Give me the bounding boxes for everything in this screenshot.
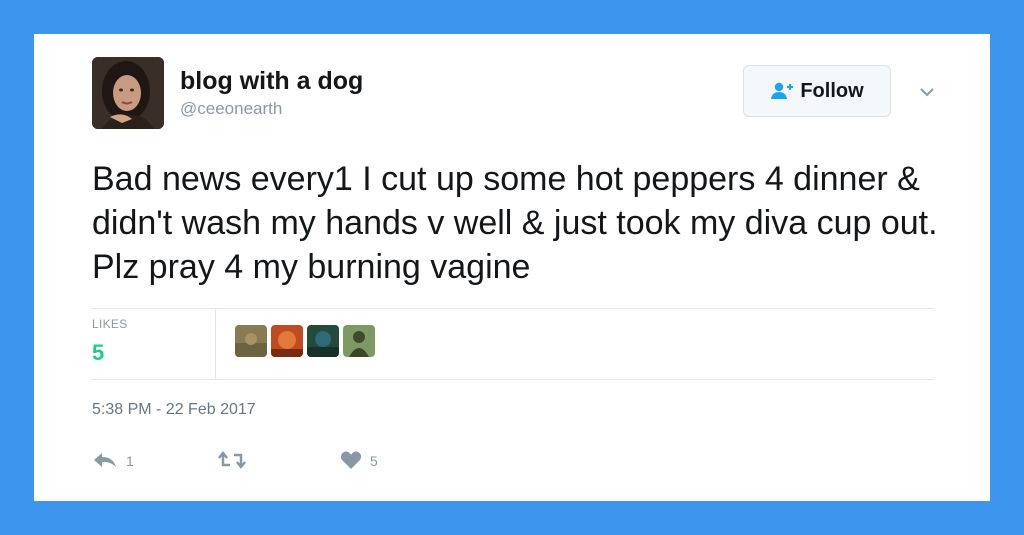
likes-count[interactable]: 5 (92, 340, 104, 366)
liker-avatars (235, 325, 375, 357)
display-name[interactable]: blog with a dog (180, 67, 363, 95)
follow-button[interactable]: Follow (743, 65, 891, 117)
likes-label: LIKES (92, 317, 128, 331)
reply-button[interactable]: 1 (92, 448, 134, 474)
like-button[interactable]: 5 (340, 448, 378, 474)
user-handle[interactable]: @ceeonearth (180, 98, 282, 120)
chevron-down-icon[interactable] (917, 84, 937, 100)
follow-label: Follow (800, 79, 864, 102)
avatar[interactable] (92, 57, 164, 129)
stats-separator (215, 309, 216, 379)
liker-avatar[interactable] (343, 325, 375, 357)
reply-count: 1 (126, 453, 134, 469)
divider (92, 308, 934, 309)
tweet-text: Bad news every1 I cut up some hot pepper… (92, 160, 938, 286)
add-user-icon (770, 82, 794, 100)
retweet-button[interactable] (217, 448, 255, 474)
liker-avatar[interactable] (271, 325, 303, 357)
retweet-icon (217, 450, 247, 473)
like-count: 5 (370, 453, 378, 469)
liker-avatar[interactable] (235, 325, 267, 357)
tweet-timestamp[interactable]: 5:38 PM - 22 Feb 2017 (92, 401, 256, 419)
reply-icon (92, 450, 118, 473)
divider (92, 379, 934, 380)
heart-icon (340, 450, 362, 473)
liker-avatar[interactable] (307, 325, 339, 357)
tweet-card: blog with a dog @ceeonearth Follow Bad n… (34, 34, 990, 501)
